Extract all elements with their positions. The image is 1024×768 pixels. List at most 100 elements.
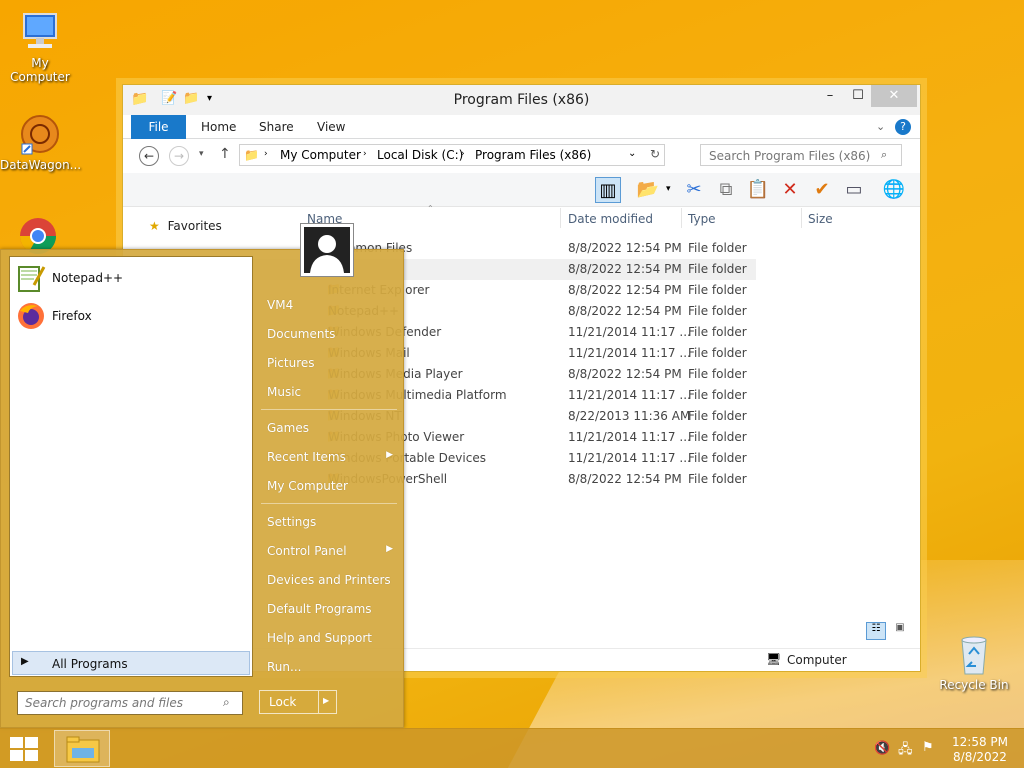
up-button[interactable]: ↑ — [219, 146, 231, 162]
clock-time: 12:58 PM — [952, 735, 1008, 749]
desktop-icon-my-computer[interactable]: My Computer — [0, 10, 80, 84]
start-program-firefox[interactable]: Firefox — [16, 297, 248, 333]
start-item-settings[interactable]: Settings — [259, 509, 399, 535]
cut-icon[interactable]: ✂ — [681, 177, 707, 203]
file-type: File folder — [688, 241, 747, 255]
recent-locations-icon[interactable]: ▾ — [199, 149, 204, 159]
file-date: 8/22/2013 11:36 AM — [568, 409, 691, 423]
start-item-vm4[interactable]: VM4 — [259, 292, 399, 318]
tab-file[interactable]: File — [131, 115, 186, 139]
breadcrumb-separator-icon[interactable]: › — [461, 149, 465, 159]
action-center-icon[interactable]: ⚑ — [922, 740, 934, 755]
lock-options-arrow-icon[interactable]: ▶ — [323, 696, 329, 705]
submenu-arrow-icon: ▶ — [386, 544, 393, 554]
start-search-input[interactable]: Search programs and files — [17, 691, 243, 715]
file-date: 8/8/2022 12:54 PM — [568, 241, 682, 255]
paste-icon[interactable]: 📋 — [745, 177, 771, 203]
breadcrumb-my-computer[interactable]: My Computer — [280, 148, 361, 162]
start-item-documents[interactable]: Documents — [259, 321, 399, 347]
start-button[interactable] — [10, 737, 38, 764]
column-header-date[interactable]: Date modified — [568, 212, 653, 234]
file-date: 11/21/2014 11:17 ... — [568, 430, 691, 444]
file-type: File folder — [688, 367, 747, 381]
start-item-music[interactable]: Music — [259, 379, 399, 405]
column-divider — [801, 208, 802, 228]
breadcrumb-separator-icon[interactable]: › — [363, 149, 367, 159]
nav-favorites[interactable]: ★ Favorites — [149, 219, 222, 233]
address-bar[interactable]: 📁 › My Computer › Local Disk (C:) › Prog… — [239, 144, 665, 166]
start-item-help-support[interactable]: Help and Support — [259, 625, 399, 651]
column-divider — [681, 208, 682, 228]
start-programs-pane: Notepad++ Firefox ▶ All Programs — [9, 256, 253, 677]
rename-icon[interactable]: ▭ — [841, 177, 867, 203]
volume-muted-icon[interactable]: 🔇 — [874, 741, 890, 756]
start-item-pictures[interactable]: Pictures — [259, 350, 399, 376]
start-item-games[interactable]: Games — [259, 415, 399, 441]
folder-options-dropdown-icon[interactable]: ▾ — [666, 184, 671, 194]
system-clock[interactable]: 12:58 PM 8/8/2022 — [952, 735, 1008, 765]
start-item-recent-items[interactable]: Recent Items ▶ — [259, 444, 399, 470]
copy-icon[interactable]: ⧉ — [713, 177, 739, 203]
file-type: File folder — [688, 262, 747, 276]
file-date: 11/21/2014 11:17 ... — [568, 451, 691, 465]
desktop-icon-label: My Computer — [10, 56, 70, 84]
preview-pane-icon[interactable]: ▥ — [595, 177, 621, 203]
file-date: 11/21/2014 11:17 ... — [568, 388, 691, 402]
lock-button[interactable]: Lock ▶ — [259, 690, 337, 714]
delete-icon[interactable]: ✕ — [777, 177, 803, 203]
network-icon[interactable]: 🖧 — [898, 740, 913, 762]
ribbon-expand-icon[interactable]: ⌄ — [876, 120, 885, 133]
file-date: 8/8/2022 12:54 PM — [568, 367, 682, 381]
taskbar-explorer-button[interactable] — [54, 730, 110, 767]
address-folder-icon: 📁 — [244, 148, 259, 162]
folder-options-icon[interactable]: 📂 — [635, 177, 661, 203]
star-icon: ★ — [149, 219, 160, 233]
file-date: 8/8/2022 12:54 PM — [568, 283, 682, 297]
tab-home[interactable]: Home — [201, 115, 236, 139]
title-bar[interactable]: 📁 📝 📁 ▾ Program Files (x86) – ☐ ✕ — [123, 85, 920, 115]
start-separator — [261, 503, 397, 504]
details-view-icon[interactable]: ☷ — [866, 622, 886, 640]
start-program-notepadpp[interactable]: Notepad++ — [16, 259, 248, 295]
large-icons-view-icon[interactable]: ▣ — [890, 622, 910, 640]
tab-view[interactable]: View — [317, 115, 345, 139]
forward-button[interactable]: → — [169, 146, 189, 166]
address-dropdown-icon[interactable]: ⌄ — [628, 148, 636, 159]
file-type: File folder — [688, 451, 747, 465]
lock-divider — [318, 691, 319, 713]
file-type: File folder — [688, 283, 747, 297]
submenu-arrow-icon: ▶ — [386, 450, 393, 460]
start-item-devices-printers[interactable]: Devices and Printers — [259, 567, 399, 593]
desktop-icon-datawagon[interactable]: DataWagon... — [0, 112, 81, 172]
status-location: Computer — [787, 653, 847, 667]
network-globe-icon[interactable]: 🌐 — [881, 177, 907, 203]
start-item-my-computer[interactable]: My Computer — [259, 473, 399, 499]
file-type: File folder — [688, 472, 747, 486]
tab-share[interactable]: Share — [259, 115, 294, 139]
refresh-icon[interactable]: ↻ — [650, 147, 660, 161]
file-type: File folder — [688, 430, 747, 444]
breadcrumb-local-disk[interactable]: Local Disk (C:) — [377, 148, 463, 162]
apply-icon[interactable]: ✔ — [809, 177, 835, 203]
column-header-size[interactable]: Size — [808, 212, 833, 234]
start-item-run[interactable]: Run... — [259, 654, 399, 680]
all-programs-button[interactable]: ▶ All Programs — [12, 651, 250, 675]
close-button[interactable]: ✕ — [871, 85, 917, 107]
computer-small-icon: 🖥 — [766, 652, 782, 666]
search-icon[interactable]: ⌕ — [223, 695, 230, 710]
column-header-type[interactable]: Type — [688, 212, 716, 234]
help-icon[interactable]: ? — [895, 119, 911, 135]
breadcrumb-program-files[interactable]: Program Files (x86) — [475, 148, 591, 162]
back-button[interactable]: ← — [139, 146, 159, 166]
minimize-button[interactable]: – — [815, 85, 845, 107]
start-item-control-panel[interactable]: Control Panel ▶ — [259, 538, 399, 564]
address-row: ← → ▾ ↑ 📁 › My Computer › Local Disk (C:… — [123, 139, 920, 173]
search-input[interactable]: Search Program Files (x86) — [700, 144, 902, 166]
search-icon[interactable]: ⌕ — [881, 148, 887, 162]
desktop-icon-recycle-bin[interactable]: Recycle Bin — [934, 632, 1014, 692]
breadcrumb-separator-icon[interactable]: › — [264, 149, 268, 159]
start-item-default-programs[interactable]: Default Programs — [259, 596, 399, 622]
file-type: File folder — [688, 346, 747, 360]
maximize-button[interactable]: ☐ — [843, 85, 873, 107]
user-avatar[interactable] — [300, 223, 354, 277]
